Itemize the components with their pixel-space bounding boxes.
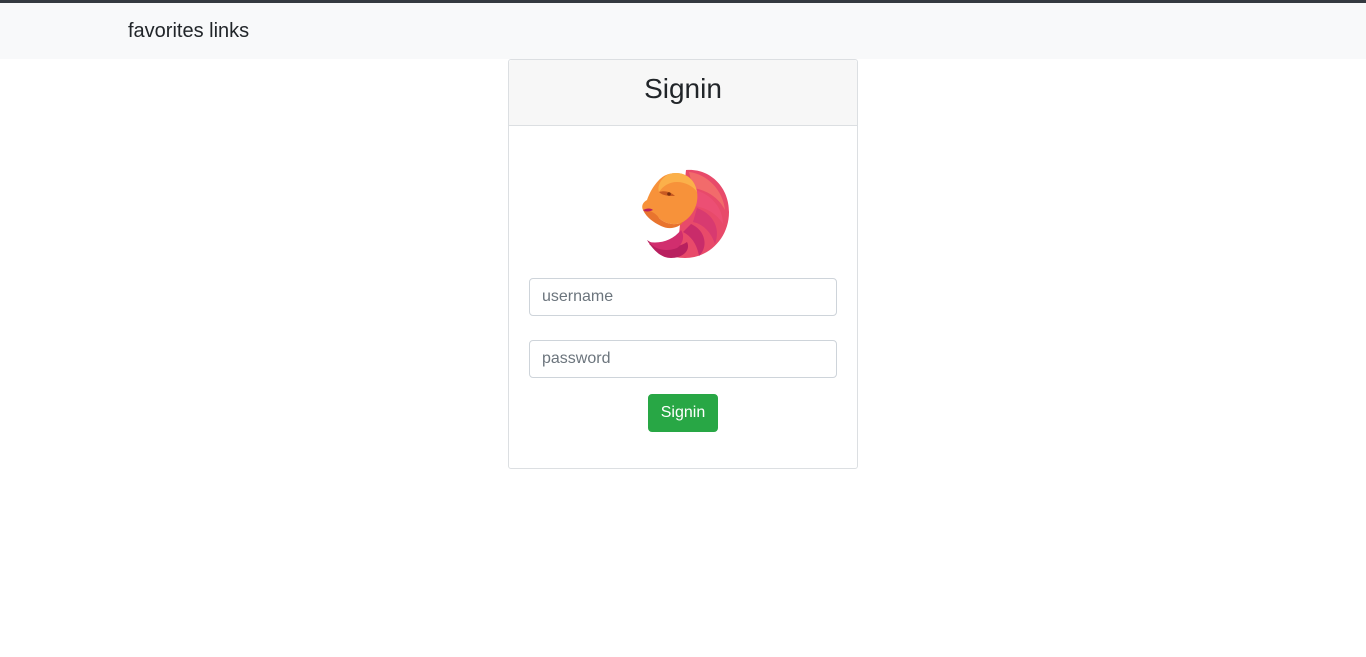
card-header: Signin	[509, 60, 857, 126]
navbar: favorites links	[0, 3, 1366, 59]
signin-button[interactable]: Signin	[648, 394, 718, 432]
page-title: Signin	[644, 73, 722, 104]
navbar-brand[interactable]: favorites links	[128, 19, 249, 43]
password-input[interactable]	[529, 340, 837, 378]
signin-card: Signin Signin	[508, 59, 858, 469]
lion-logo-icon	[642, 169, 729, 258]
username-input[interactable]	[529, 278, 837, 316]
